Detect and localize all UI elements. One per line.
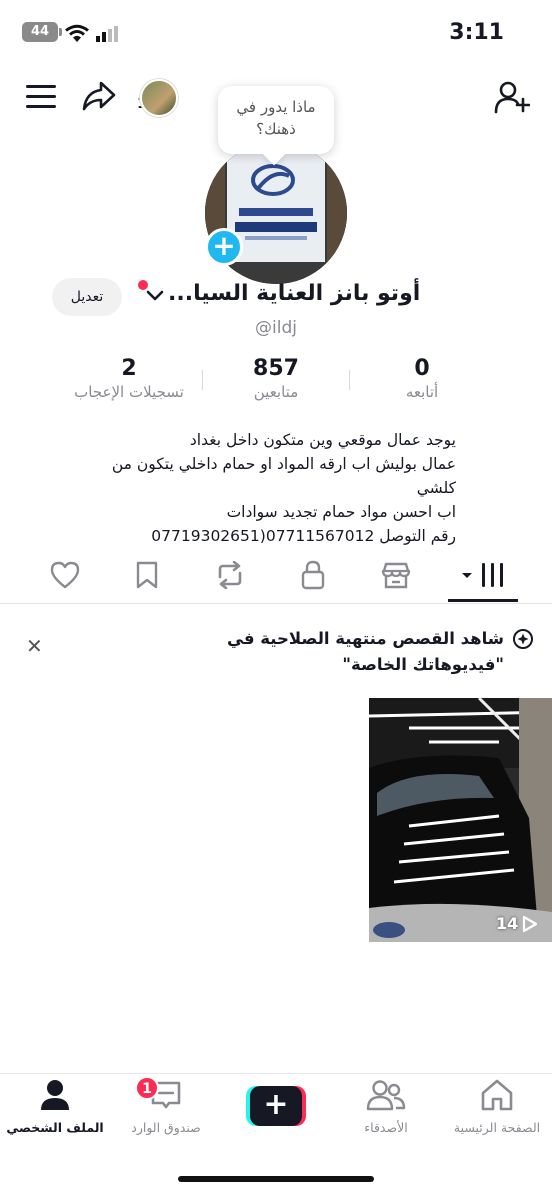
stat-likes[interactable]: 2 تسجيلات الإعجاب: [60, 356, 198, 401]
friends-icon: [366, 1080, 406, 1111]
plus-icon: +: [250, 1086, 302, 1126]
status-time: 3:11: [449, 20, 504, 45]
close-banner-button[interactable]: ✕: [26, 634, 43, 658]
avatar-prompt-bubble[interactable]: ماذا يدور في ذهنك؟: [218, 86, 334, 154]
bio-line: يوجد عمال موقعي وين متكون داخل بغداد: [189, 431, 456, 449]
nav-friends-label: الأصدقاء: [364, 1120, 408, 1135]
likes-count: 2: [121, 356, 137, 381]
divider: [0, 603, 552, 604]
followers-count: 857: [253, 356, 299, 381]
tab-videos[interactable]: [458, 560, 508, 590]
nav-friends[interactable]: الأصدقاء: [336, 1078, 436, 1135]
nav-home-label: الصفحة الرئيسية: [453, 1120, 541, 1135]
nav-inbox-label: صندوق الوارد: [131, 1120, 201, 1135]
profile-bio[interactable]: يوجد عمال موقعي وين متكون داخل بغداد عما…: [76, 428, 456, 548]
videos-grid-icon: [462, 563, 503, 587]
share-icon[interactable]: [82, 80, 116, 112]
battery-indicator: 44: [22, 22, 62, 42]
active-tab-indicator: [448, 599, 518, 602]
nav-profile[interactable]: الملف الشخصي: [5, 1078, 105, 1135]
nav-inbox[interactable]: صندوق الوارد: [116, 1078, 216, 1135]
nav-home[interactable]: الصفحة الرئيسية: [447, 1078, 547, 1135]
bio-line: اب احسن مواد حمام تجديد سوادات: [226, 503, 456, 521]
following-label: أتابعه: [405, 383, 439, 401]
tab-shop[interactable]: [376, 560, 416, 590]
play-icon: [523, 915, 538, 932]
likes-label: تسجيلات الإعجاب: [74, 383, 184, 401]
video-preview-image: [369, 698, 552, 942]
home-icon: [481, 1079, 513, 1111]
tab-private[interactable]: [293, 560, 333, 590]
video-thumbnail[interactable]: [369, 698, 552, 942]
expired-stories-banner[interactable]: شاهد القصص منتهية الصلاحية في "فيديوهاتك…: [204, 626, 504, 678]
video-view-count: 14: [496, 914, 538, 933]
wifi-icon: [65, 24, 89, 42]
profile-icon: [41, 1080, 69, 1110]
stat-followers[interactable]: 857 متابعين: [220, 356, 332, 401]
view-count-text: 14: [496, 914, 519, 933]
shop-icon: [381, 562, 411, 589]
story-archive-icon: [513, 629, 533, 649]
bio-line: عمال بوليش اب ارقه المواد او حمام داخلي …: [111, 455, 456, 497]
bookmark-icon: [136, 561, 158, 589]
tab-saved[interactable]: [127, 560, 167, 590]
repost-icon: [218, 561, 242, 589]
username: @ildj: [255, 318, 297, 338]
nav-profile-label: الملف الشخصي: [6, 1120, 104, 1135]
stat-divider: [202, 370, 203, 390]
bio-line: رقم التوصل 07711567012(07719302651: [151, 527, 456, 545]
add-friend-icon[interactable]: [494, 80, 530, 114]
heart-icon: [50, 561, 80, 589]
notification-dot: [138, 280, 148, 290]
stat-divider: [349, 370, 350, 390]
edit-profile-button[interactable]: تعديل: [52, 278, 122, 316]
lock-icon: [301, 560, 325, 590]
tab-liked[interactable]: [45, 560, 85, 590]
create-button[interactable]: +: [246, 1086, 306, 1126]
add-story-button[interactable]: +: [205, 228, 243, 266]
home-indicator: [178, 1176, 374, 1182]
display-name[interactable]: أوتو بانز العناية السيا...: [168, 281, 420, 306]
following-count: 0: [414, 356, 430, 381]
signal-icon: [96, 26, 118, 42]
menu-icon[interactable]: [26, 84, 56, 110]
followers-label: متابعين: [253, 383, 299, 401]
bottom-nav-divider: [0, 1073, 552, 1074]
chevron-down-icon[interactable]: [146, 290, 164, 302]
stat-following[interactable]: 0 أتابعه: [372, 356, 472, 401]
tab-reposts[interactable]: [210, 560, 250, 590]
story-avatar[interactable]: [140, 79, 178, 117]
inbox-badge: 1: [135, 1076, 159, 1100]
